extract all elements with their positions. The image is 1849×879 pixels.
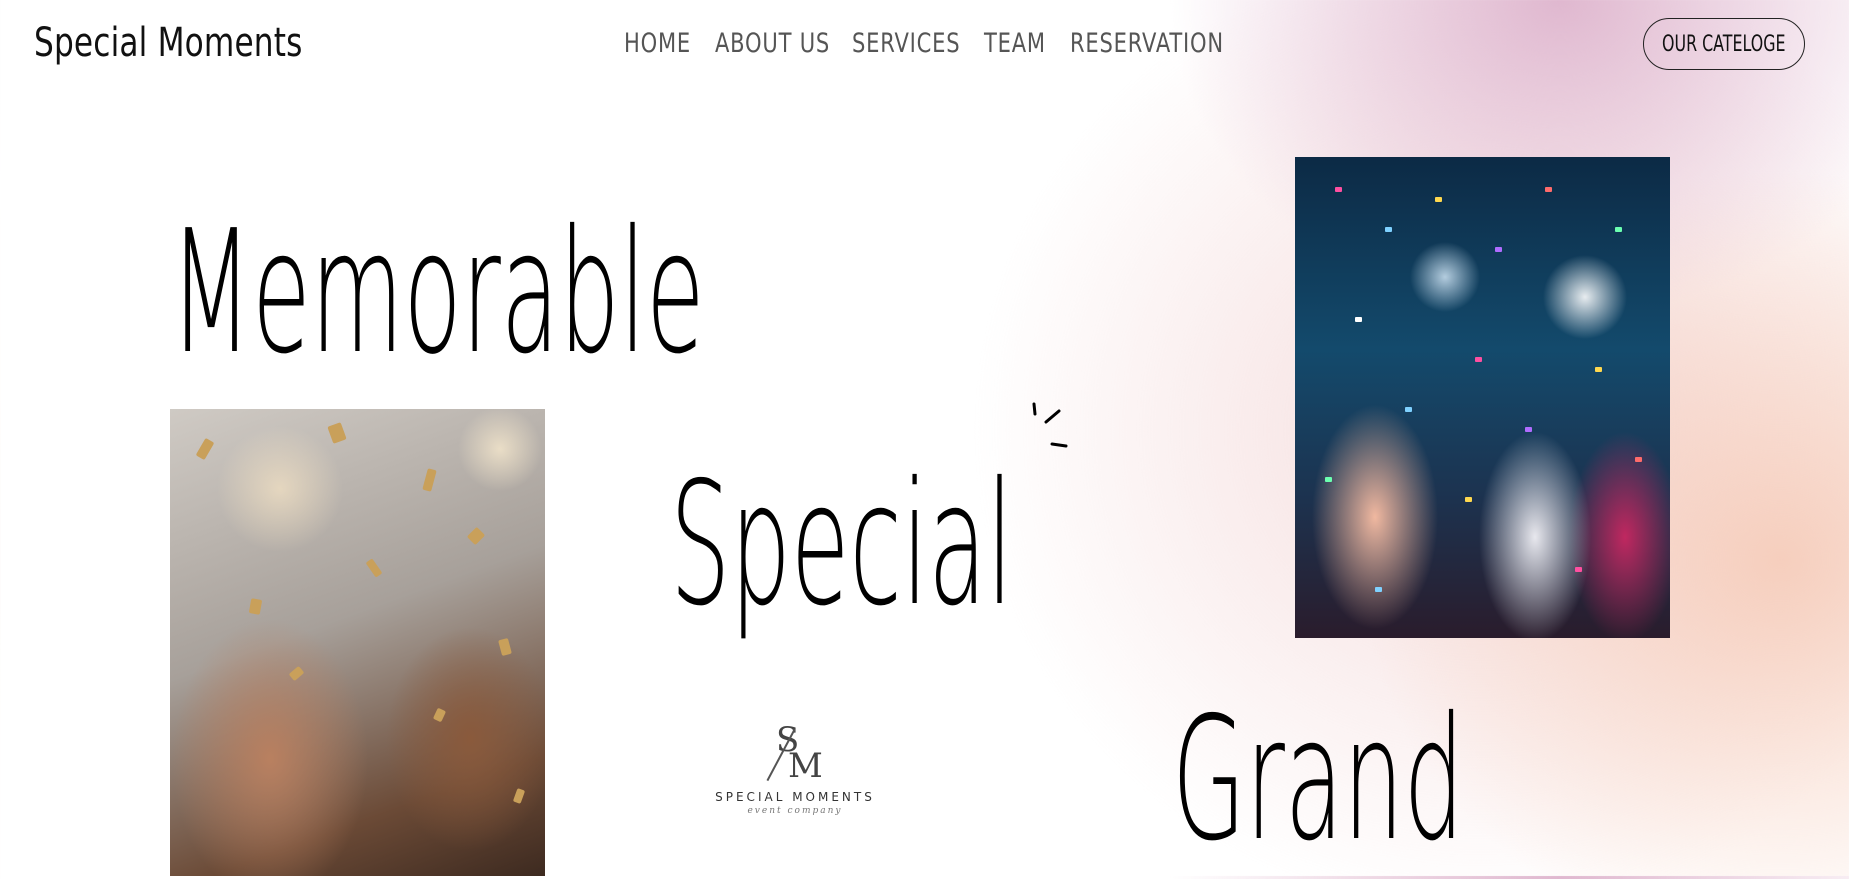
company-emblem: S M SPECIAL MOMENTS event company xyxy=(700,718,890,816)
nav-reservation[interactable]: RESERVATION xyxy=(1070,28,1223,59)
emblem-monogram: S M xyxy=(700,718,890,788)
site-logo[interactable]: Special Moments xyxy=(34,20,303,66)
emblem-letter-m: M xyxy=(788,746,823,786)
nav-services[interactable]: SERVICES xyxy=(852,28,960,59)
catalogue-button[interactable]: OUR CATELOGE xyxy=(1643,18,1805,70)
celebration-toast-photo xyxy=(170,409,545,876)
party-confetti-photo xyxy=(1295,157,1670,638)
emblem-company-name: SPECIAL MOMENTS xyxy=(715,790,875,804)
nav-about-us[interactable]: ABOUT US xyxy=(715,28,829,59)
nav-home[interactable]: HOME xyxy=(624,28,695,59)
hero-word-special: Special xyxy=(670,446,1014,644)
main-nav: HOME ABOUT US SERVICES TEAM RESERVATION xyxy=(624,28,1223,59)
hero-word-grand: Grand xyxy=(1172,681,1465,879)
hero-word-memorable: Memorable xyxy=(170,194,705,392)
sparkle-icon xyxy=(1032,402,1068,448)
emblem-tagline: event company xyxy=(747,806,843,816)
nav-team[interactable]: TEAM xyxy=(984,28,1051,59)
catalogue-button-label: OUR CATELOGE xyxy=(1662,31,1786,57)
